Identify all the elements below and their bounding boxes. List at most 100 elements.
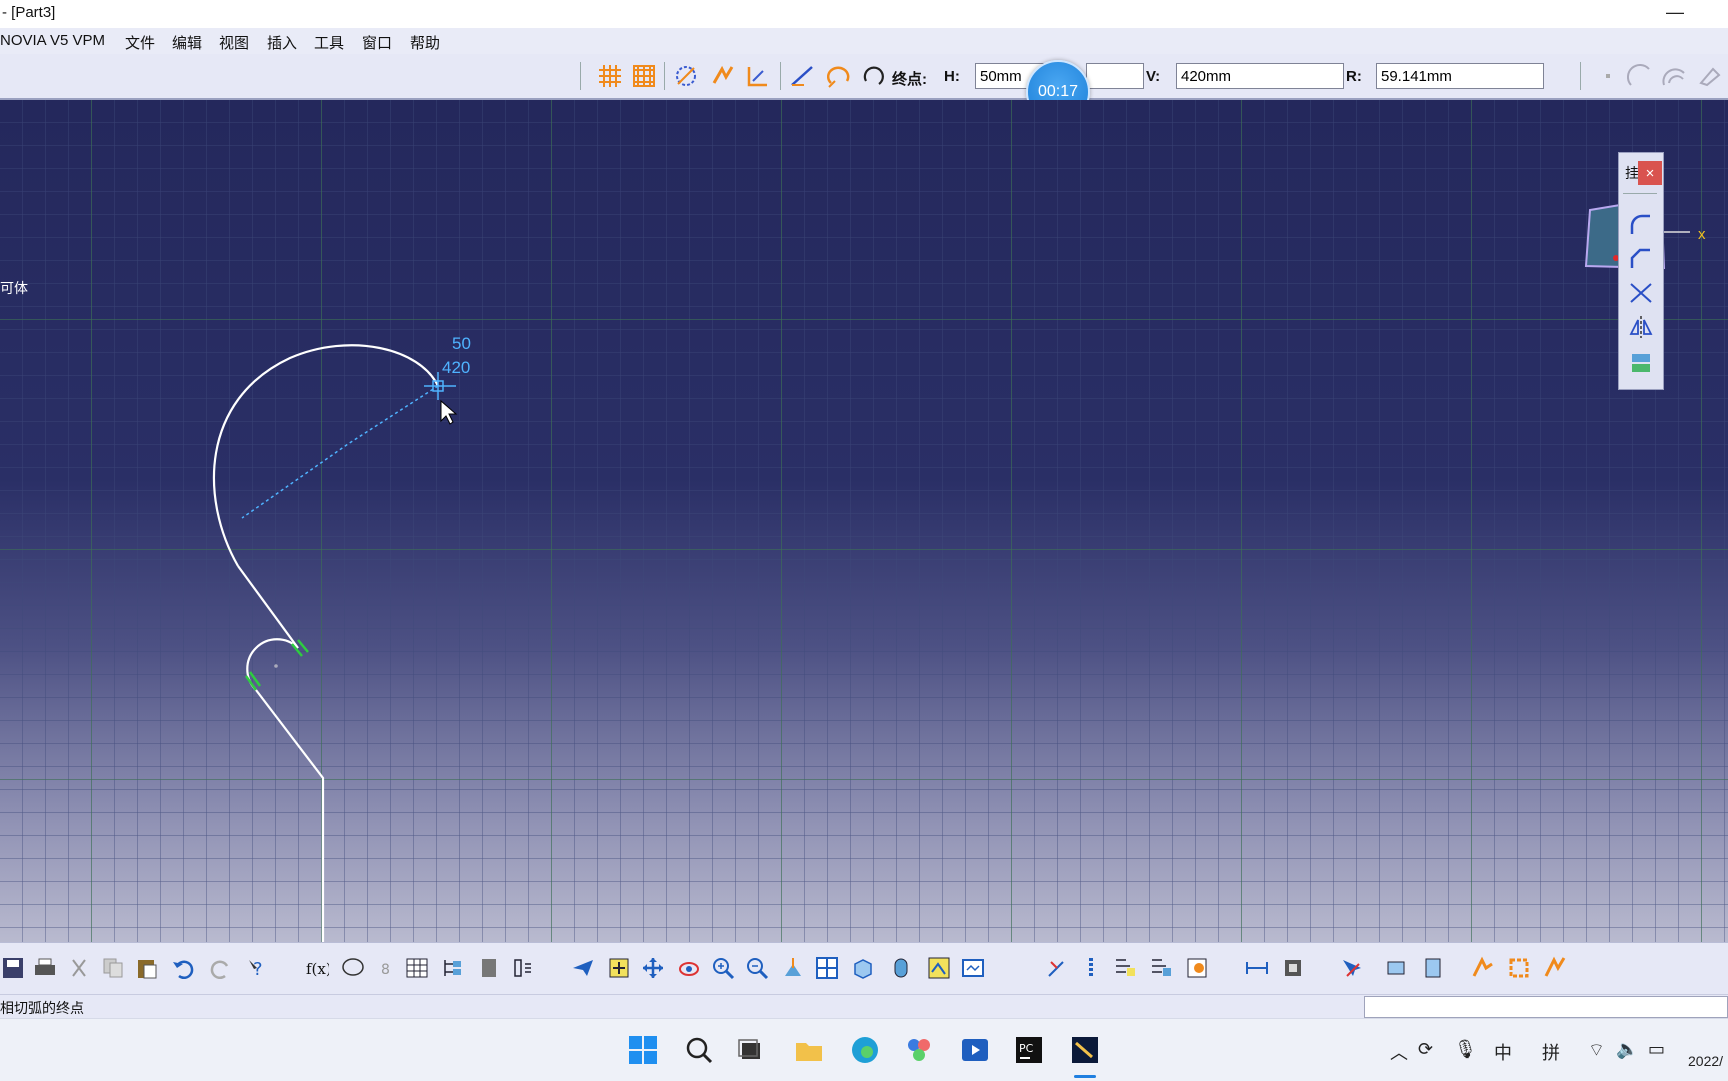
catia-taskbar-icon[interactable] <box>1068 1033 1102 1067</box>
clock-date[interactable]: 2022/ <box>1688 1053 1723 1069</box>
output-feature-icon[interactable] <box>1148 955 1174 981</box>
menu-app[interactable]: NOVIA V5 VPM <box>0 32 105 49</box>
spec-tree-label[interactable]: 可体 <box>0 278 28 298</box>
dimensional-constraints-icon[interactable] <box>710 62 738 90</box>
media-player-icon[interactable] <box>958 1033 992 1067</box>
tree-icon[interactable] <box>440 955 466 981</box>
pan-icon[interactable] <box>640 955 666 981</box>
menu-bar: NOVIA V5 VPM 文件 编辑 视图 插入 工具 窗口 帮助 <box>0 28 1728 55</box>
print-icon[interactable] <box>32 955 58 981</box>
geometric-constraints-icon[interactable] <box>672 62 700 90</box>
palette-close-button[interactable]: × <box>1638 161 1662 185</box>
project-3d-elements-icon[interactable] <box>1627 349 1655 377</box>
ime-pinyin[interactable]: 拼 <box>1542 1039 1560 1065</box>
volume-icon[interactable]: 🔈 <box>1616 1039 1638 1060</box>
save-icon[interactable] <box>0 955 26 981</box>
rotate-icon[interactable] <box>676 955 702 981</box>
redo-arc-icon[interactable] <box>1626 62 1654 90</box>
small-dot-icon[interactable] <box>1594 62 1622 90</box>
multi-view-icon[interactable] <box>814 955 840 981</box>
catalog-icon[interactable] <box>476 955 502 981</box>
endpoint-label: 终点: <box>892 71 927 88</box>
task-view-icon[interactable] <box>734 1033 768 1067</box>
profile-feature-icon[interactable] <box>1184 955 1210 981</box>
minimize-button[interactable]: — <box>1666 2 1684 23</box>
orange-tool-1-icon[interactable] <box>1470 955 1496 981</box>
svg-text:?: ? <box>253 959 263 980</box>
copy-icon[interactable] <box>100 955 126 981</box>
workbench-3d-icon[interactable] <box>1384 955 1410 981</box>
menu-file[interactable]: 文件 <box>125 32 155 53</box>
menu-view[interactable]: 视图 <box>219 32 249 53</box>
menu-insert[interactable]: 插入 <box>267 32 297 53</box>
corner-icon[interactable] <box>1660 62 1688 90</box>
measure-icon[interactable] <box>1078 955 1104 981</box>
tray-chevron-icon[interactable]: ︿ <box>1390 1039 1408 1065</box>
table-icon[interactable] <box>404 955 430 981</box>
standard-element-icon[interactable] <box>788 62 816 90</box>
zoom-out-icon[interactable] <box>744 955 770 981</box>
tangent-arc-icon[interactable] <box>826 62 854 90</box>
swap-space-icon[interactable] <box>960 955 986 981</box>
constraint-icon[interactable] <box>1044 955 1070 981</box>
operation-palette[interactable]: 挂 × <box>1618 152 1664 390</box>
menu-tools[interactable]: 工具 <box>314 32 344 53</box>
menu-edit[interactable]: 编辑 <box>172 32 202 53</box>
sync-icon[interactable]: ⟳ <box>1418 1039 1433 1060</box>
sketch-analysis-icon[interactable] <box>1112 955 1138 981</box>
auto-constraint-icon[interactable] <box>744 62 772 90</box>
fit-all-icon[interactable] <box>606 955 632 981</box>
pycharm-icon[interactable]: PC <box>1012 1033 1046 1067</box>
orange-tool-2-icon[interactable] <box>1506 955 1532 981</box>
mirror-icon[interactable] <box>1627 313 1655 341</box>
undo-icon[interactable] <box>170 955 196 981</box>
menu-help[interactable]: 帮助 <box>410 32 440 53</box>
r-value-input[interactable] <box>1376 63 1544 89</box>
hybrid-design-icon[interactable] <box>510 955 536 981</box>
knowledge-icon[interactable] <box>340 955 366 981</box>
shading-icon[interactable] <box>888 955 914 981</box>
microphone-icon[interactable]: 🎙 <box>1454 1039 1477 1060</box>
h-value-input-tail[interactable] <box>1086 63 1144 89</box>
trim-icon[interactable] <box>1627 279 1655 307</box>
zoom-in-icon[interactable] <box>710 955 736 981</box>
toolbar-separator <box>780 62 781 90</box>
battery-icon[interactable]: ▭ <box>1648 1039 1665 1060</box>
select-icon[interactable] <box>1338 955 1364 981</box>
sketch-svg[interactable] <box>0 100 1728 942</box>
start-icon[interactable] <box>626 1033 660 1067</box>
orange-tool-3-icon[interactable] <box>1542 955 1568 981</box>
app-pinwheel-icon[interactable] <box>902 1033 936 1067</box>
dimension-icon[interactable] <box>1244 955 1270 981</box>
law-icon[interactable]: 8 <box>374 955 400 981</box>
file-explorer-icon[interactable] <box>792 1033 826 1067</box>
x-axis-label: x <box>1698 226 1706 243</box>
workbench-exit-icon[interactable] <box>1420 955 1446 981</box>
corner-fillet-icon[interactable] <box>1627 211 1655 239</box>
chamfer-icon[interactable] <box>1627 245 1655 273</box>
whats-this-icon[interactable]: ? <box>246 955 272 981</box>
menu-window[interactable]: 窗口 <box>362 32 392 53</box>
edge-browser-icon[interactable] <box>848 1033 882 1067</box>
sketch-solve-icon[interactable] <box>1280 955 1306 981</box>
three-point-arc-icon[interactable] <box>860 62 888 90</box>
fly-mode-icon[interactable] <box>570 955 596 981</box>
arc-center-point <box>274 664 278 668</box>
iso-view-icon[interactable] <box>850 955 876 981</box>
snap-to-grid-icon[interactable] <box>596 62 624 90</box>
command-input[interactable] <box>1364 996 1728 1018</box>
sketch-canvas[interactable]: 可体 50 420 x <box>0 100 1728 942</box>
normal-view-icon[interactable] <box>780 955 806 981</box>
wifi-icon[interactable]: ⌔ <box>1588 1039 1605 1062</box>
construction-grid-icon[interactable] <box>630 62 658 90</box>
ime-chinese[interactable]: 中 <box>1494 1039 1512 1065</box>
eraser-icon[interactable] <box>1694 62 1722 90</box>
hide-show-icon[interactable] <box>926 955 952 981</box>
redo-icon[interactable] <box>208 955 234 981</box>
formula-icon[interactable]: f(x) <box>304 955 330 981</box>
paste-icon[interactable] <box>134 955 160 981</box>
v-value-input[interactable] <box>1176 63 1344 89</box>
window-title: - [Part3] <box>2 4 56 21</box>
search-icon[interactable] <box>682 1033 716 1067</box>
cut-icon[interactable] <box>66 955 92 981</box>
